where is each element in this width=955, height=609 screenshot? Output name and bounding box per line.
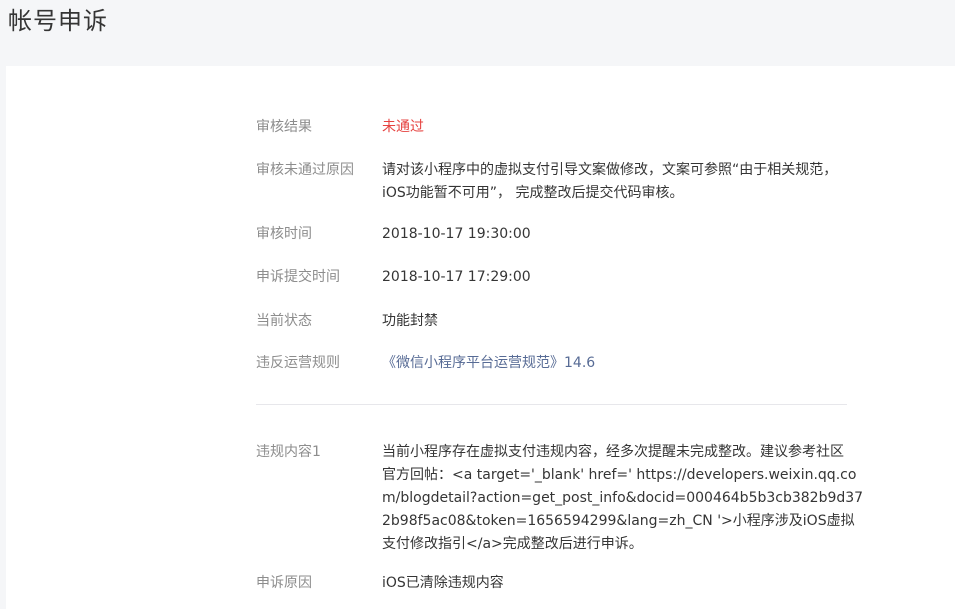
rejection-reason-value: 请对该小程序中的虚拟支付引导文案做修改，文案可参照“由于相关规范， iOS功能暂… — [382, 159, 857, 205]
review-result-value: 未通过 — [382, 119, 424, 135]
violation-content-line: m/blogdetail?action=get_post_info&docid=… — [382, 490, 864, 506]
violated-rule-link[interactable]: 《微信小程序平台运营规范》14.6 — [382, 352, 857, 374]
violation-content-line: 当前小程序存在虚拟支付违规内容，经多次提醒未完成整改。建议参考社区 — [382, 444, 844, 460]
appeal-detail-card: 审核结果 未通过 审核未通过原因 请对该小程序中的虚拟支付引导文案做修改，文案可… — [6, 66, 955, 609]
rejection-reason-line: iOS功能暂不可用”， 完成整改后提交代码审核。 — [382, 185, 684, 201]
page-title: 帐号申诉 — [8, 7, 108, 35]
appeal-reason-value: iOS已清除违规内容 — [382, 575, 504, 591]
violation-content-line: 2b98f5ac08&token=1656594299&lang=zh_CN '… — [382, 513, 855, 529]
appeal-reason-label: 申诉原因 — [256, 575, 312, 591]
review-result-label: 审核结果 — [256, 119, 312, 135]
review-time-value: 2018-10-17 19:30:00 — [382, 226, 531, 242]
violated-rule-label: 违反运营规则 — [256, 355, 340, 371]
current-status-value: 功能封禁 — [382, 313, 438, 329]
violation-content-value: 当前小程序存在虚拟支付违规内容，经多次提醒未完成整改。建议参考社区 官方回帖：<… — [382, 441, 864, 556]
submit-time-label: 申诉提交时间 — [256, 269, 340, 285]
rejection-reason-label: 审核未通过原因 — [256, 162, 354, 178]
current-status-label: 当前状态 — [256, 313, 312, 329]
section-divider — [256, 404, 847, 405]
submit-time-value: 2018-10-17 17:29:00 — [382, 269, 531, 285]
violation-content-line: 官方回帖：<a target='_blank' href=' https://d… — [382, 467, 857, 483]
review-time-label: 审核时间 — [256, 226, 312, 242]
rejection-reason-line: 请对该小程序中的虚拟支付引导文案做修改，文案可参照“由于相关规范， — [382, 162, 838, 178]
violation-content-label: 违规内容1 — [256, 444, 321, 460]
violation-content-line: 支付修改指引</a>完成整改后进行申诉。 — [382, 536, 643, 552]
